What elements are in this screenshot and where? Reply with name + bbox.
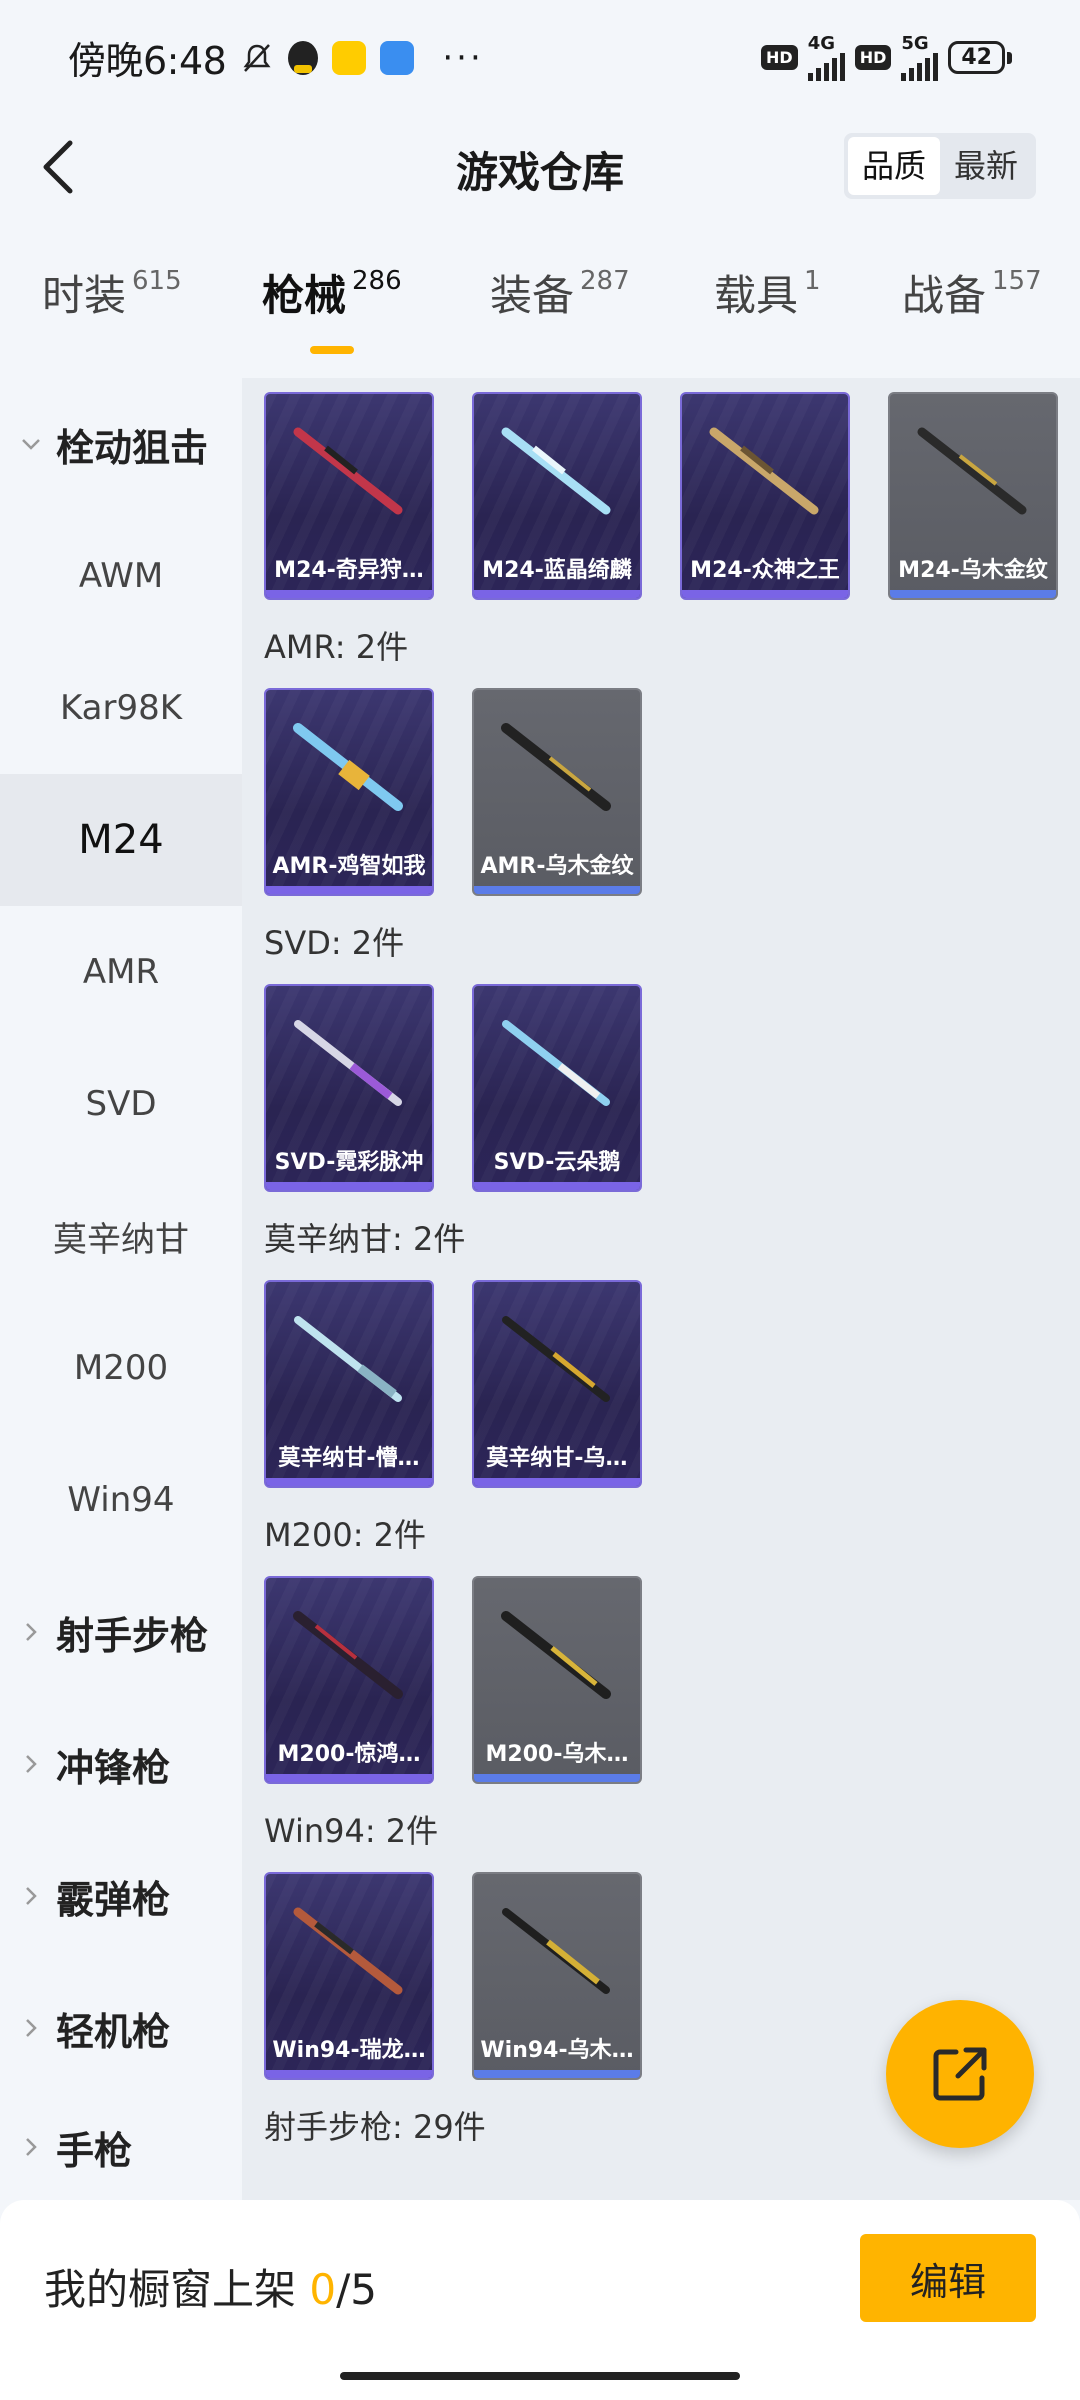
sidebar-item-kar98k[interactable]: Kar98K xyxy=(0,642,242,774)
section-title-svd: SVD: 2件 xyxy=(264,924,405,962)
chevron-right-icon xyxy=(26,1887,37,1905)
edit-button[interactable]: 编辑 xyxy=(860,2234,1036,2322)
sniper-rifle-icon xyxy=(293,1907,403,1995)
weapon-card[interactable]: 莫辛纳甘-懵… xyxy=(264,1280,434,1488)
sniper-rifle-icon xyxy=(293,1611,403,1699)
sidebar-item-amr[interactable]: AMR xyxy=(0,906,242,1038)
bell-off-icon xyxy=(243,43,271,72)
hd-badge: HD xyxy=(761,45,798,70)
section-title-mosin: 莫辛纳甘: 2件 xyxy=(264,1220,466,1258)
share-fab-button[interactable] xyxy=(886,2000,1034,2148)
sort-quality-button[interactable]: 品质 xyxy=(847,137,940,195)
chevron-right-icon xyxy=(26,1623,37,1641)
sniper-rifle-icon xyxy=(917,427,1027,515)
sidebar-item-awm[interactable]: AWM xyxy=(0,510,242,642)
bottom-bar: 我的橱窗上架 0/5 编辑 xyxy=(0,2200,1080,2400)
sidebar-group-dmr[interactable]: 射手步枪 xyxy=(0,1566,242,1698)
home-indicator[interactable] xyxy=(340,2372,740,2380)
sniper-rifle-icon xyxy=(294,1316,402,1402)
showcase-shelf-label: 我的橱窗上架 0/5 xyxy=(44,2265,377,2314)
weapon-card[interactable]: AMR-鸡智如我 xyxy=(264,688,434,896)
section-title-dmr: 射手步枪: 29件 xyxy=(264,2108,486,2146)
sniper-rifle-icon xyxy=(501,1611,611,1699)
qq-app-icon xyxy=(288,40,319,75)
weapon-card[interactable]: M24-乌木金纹 xyxy=(888,392,1058,600)
sidebar-item-m200[interactable]: M200 xyxy=(0,1302,242,1434)
weapon-card[interactable]: SVD-霓彩脉冲 xyxy=(264,984,434,1192)
sidebar-item-win94[interactable]: Win94 xyxy=(0,1434,242,1566)
sidebar-group-shotgun[interactable]: 霰弹枪 xyxy=(0,1830,242,1962)
hd-badge-2: HD xyxy=(854,45,892,70)
sniper-rifle-icon xyxy=(502,1908,610,1994)
category-tabs: 时装 615 枪械 286 装备 287 载具 1 战备 157 xyxy=(0,262,1080,360)
sidebar-item-m24[interactable]: M24 xyxy=(0,774,242,906)
yellow-app-icon xyxy=(332,40,367,75)
sidebar-group-bolt-action[interactable]: 栓动狙击 xyxy=(0,378,242,510)
more-notifications-icon: ··· xyxy=(442,37,484,78)
weapon-card[interactable]: AMR-乌木金纹 xyxy=(472,688,642,896)
showcase-current-count: 0 xyxy=(309,2265,337,2314)
sort-toggle: 品质 最新 xyxy=(843,133,1036,199)
active-tab-indicator xyxy=(309,346,354,354)
weapon-card[interactable]: M24-众神之王 xyxy=(680,392,850,600)
sidebar-item-svd[interactable]: SVD xyxy=(0,1038,242,1170)
sidebar-item-mosin[interactable]: 莫辛纳甘 xyxy=(0,1170,242,1302)
chevron-right-icon xyxy=(26,1755,37,1773)
weapon-grid: M24-奇异狩… M24-蓝晶绮麟 M24-众神之王 M24-乌木金纹 AMR:… xyxy=(242,378,1080,2200)
signal-bars-icon-2 xyxy=(901,52,939,81)
sniper-rifle-icon xyxy=(709,427,819,515)
sniper-rifle-icon xyxy=(293,723,403,811)
weapon-card[interactable]: SVD-云朵鹅 xyxy=(472,984,642,1192)
weapon-card[interactable]: Win94-瑞龙… xyxy=(264,1872,434,2080)
tab-combat-prep[interactable]: 战备 157 xyxy=(902,262,1042,323)
signal-5g: 5G xyxy=(901,34,939,81)
tab-firearms[interactable]: 枪械 286 xyxy=(262,262,402,354)
chevron-right-icon xyxy=(26,2138,37,2156)
sniper-rifle-icon xyxy=(502,1020,610,1106)
chevron-down-icon xyxy=(22,439,40,450)
chevron-right-icon xyxy=(26,2019,37,2037)
weapon-card[interactable]: M200-乌木… xyxy=(472,1576,642,1784)
tab-vehicles[interactable]: 载具 1 xyxy=(714,262,821,323)
share-external-icon xyxy=(933,2047,987,2101)
tab-fashion[interactable]: 时装 615 xyxy=(42,262,182,323)
sniper-rifle-icon xyxy=(501,723,611,811)
status-time: 傍晚6:48 xyxy=(68,39,227,83)
sniper-rifle-icon xyxy=(502,1316,610,1402)
sidebar-group-pistol[interactable]: 手枪 xyxy=(0,2094,242,2200)
weapon-card[interactable]: M200-惊鸿… xyxy=(264,1576,434,1784)
weapon-card[interactable]: Win94-乌木… xyxy=(472,1872,642,2080)
sniper-rifle-icon xyxy=(501,427,611,515)
weapon-sidebar: 栓动狙击 AWM Kar98K M24 AMR SVD 莫辛纳甘 M200 Wi… xyxy=(0,378,242,2200)
header: 游戏仓库 品质 最新 xyxy=(0,115,1080,220)
sniper-rifle-icon xyxy=(293,427,403,515)
weapon-card[interactable]: 莫辛纳甘-乌… xyxy=(472,1280,642,1488)
sidebar-group-smg[interactable]: 冲锋枪 xyxy=(0,1698,242,1830)
signal-4g: 4G xyxy=(807,34,845,81)
weapon-card[interactable]: M24-奇异狩… xyxy=(264,392,434,600)
signal-bars-icon xyxy=(807,52,845,81)
blue-app-icon xyxy=(380,40,415,75)
section-title-m200: M200: 2件 xyxy=(264,1516,427,1554)
sniper-rifle-icon xyxy=(294,1020,402,1106)
tab-equipment[interactable]: 装备 287 xyxy=(490,262,630,323)
sidebar-group-lmg[interactable]: 轻机枪 xyxy=(0,1962,242,2094)
sort-latest-button[interactable]: 最新 xyxy=(940,137,1032,195)
weapon-card[interactable]: M24-蓝晶绮麟 xyxy=(472,392,642,600)
section-title-win94: Win94: 2件 xyxy=(264,1812,439,1850)
showcase-total-count: /5 xyxy=(336,2265,377,2314)
section-title-amr: AMR: 2件 xyxy=(264,628,409,666)
status-bar: 傍晚6:48 ··· HD 4G HD 5G 42 xyxy=(0,0,1080,115)
battery-icon: 42 xyxy=(948,41,1012,74)
